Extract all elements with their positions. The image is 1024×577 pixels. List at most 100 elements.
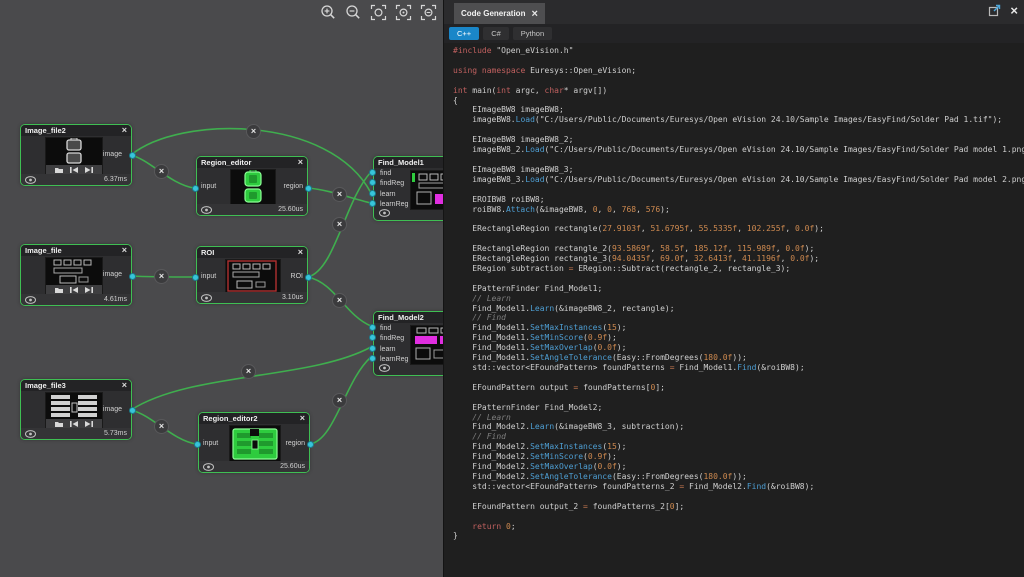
node-thumbnail[interactable]	[229, 425, 281, 463]
next-frame-icon[interactable]	[85, 167, 93, 173]
node-title: Find_Model2	[378, 313, 424, 322]
zoom-fit-icon[interactable]	[370, 4, 387, 21]
node-title-bar: Region_editor2 ×	[199, 413, 309, 424]
zoom-selection-icon[interactable]	[395, 4, 412, 21]
node-find-model1[interactable]: Find_Model1 find findReg learn learnReg	[373, 156, 443, 221]
open-file-icon[interactable]	[55, 167, 63, 173]
delete-connection-icon[interactable]: ×	[332, 393, 347, 408]
input-port[interactable]	[369, 200, 376, 207]
panel-header-actions: ×	[988, 4, 1018, 17]
node-thumbnail[interactable]	[410, 325, 443, 365]
node-region-editor[interactable]: Region_editor × input region	[196, 156, 308, 216]
delete-connection-icon[interactable]: ×	[332, 187, 347, 202]
zoom-out-icon[interactable]	[345, 4, 362, 21]
input-port[interactable]	[369, 190, 376, 197]
zoom-actual-size-icon[interactable]	[420, 4, 437, 21]
input-port[interactable]	[369, 345, 376, 352]
execution-time: 25.60us	[278, 206, 303, 213]
node-image-file[interactable]: Image_file × image	[20, 244, 132, 306]
open-file-icon[interactable]	[55, 287, 63, 293]
visibility-eye-icon[interactable]	[379, 364, 390, 372]
input-port[interactable]	[369, 334, 376, 341]
input-port[interactable]	[192, 185, 199, 192]
visibility-eye-icon[interactable]	[201, 294, 212, 302]
tab-cpp[interactable]: C++	[449, 27, 479, 40]
code-line: #include "Open_eVision.h"	[453, 46, 1024, 56]
input-port[interactable]	[192, 274, 199, 281]
delete-connection-icon[interactable]: ×	[246, 124, 261, 139]
previous-frame-icon[interactable]	[70, 287, 78, 293]
previous-frame-icon[interactable]	[70, 167, 78, 173]
node-thumbnail[interactable]	[230, 169, 276, 206]
node-graph-canvas[interactable]: × × × × × × × × × Image_file2 ×	[0, 0, 443, 577]
input-port[interactable]	[369, 179, 376, 186]
node-image-file3[interactable]: Image_file3 × image	[20, 379, 132, 440]
thumbnail-image	[230, 426, 280, 462]
next-frame-icon[interactable]	[85, 421, 93, 427]
code-line: return 0;	[453, 522, 1024, 532]
panel-tab-title: Code Generation	[461, 9, 525, 18]
input-port-label: input	[201, 273, 216, 280]
node-region-editor2[interactable]: Region_editor2 × input region	[198, 412, 310, 473]
delete-connection-icon[interactable]: ×	[332, 293, 347, 308]
close-node-icon[interactable]: ×	[300, 414, 305, 423]
canvas-zoom-toolbar	[320, 4, 437, 21]
output-port[interactable]	[307, 441, 314, 448]
code-line: imageBW8.Load("C:/Users/Public/Documents…	[453, 115, 1024, 125]
code-line	[453, 185, 1024, 195]
node-title-bar: Image_file3 ×	[21, 380, 131, 391]
visibility-eye-icon[interactable]	[201, 206, 212, 214]
code-line: int main(int argc, char* argv[])	[453, 86, 1024, 96]
tab-csharp[interactable]: C#	[483, 27, 509, 40]
tab-python[interactable]: Python	[513, 27, 552, 40]
input-port[interactable]	[369, 355, 376, 362]
node-thumbnail[interactable]	[45, 392, 103, 429]
close-panel-icon[interactable]: ×	[1010, 4, 1018, 17]
open-file-icon[interactable]	[55, 421, 63, 427]
code-generation-panel: Code Generation × × C++ C# Python #inclu…	[443, 0, 1024, 577]
close-node-icon[interactable]: ×	[298, 158, 303, 167]
close-node-icon[interactable]: ×	[122, 246, 127, 255]
output-port[interactable]	[129, 273, 136, 280]
input-port[interactable]	[194, 441, 201, 448]
close-node-icon[interactable]: ×	[122, 126, 127, 135]
close-node-icon[interactable]: ×	[122, 381, 127, 390]
zoom-in-icon[interactable]	[320, 4, 337, 21]
code-line: {	[453, 96, 1024, 106]
delete-connection-icon[interactable]: ×	[154, 419, 169, 434]
node-find-model2[interactable]: Find_Model2 find findReg learn learnReg	[373, 311, 443, 376]
output-port[interactable]	[129, 407, 136, 414]
thumbnail-image	[46, 393, 102, 419]
input-port[interactable]	[369, 324, 376, 331]
node-thumbnail[interactable]	[410, 170, 443, 210]
previous-frame-icon[interactable]	[70, 421, 78, 427]
close-tab-icon[interactable]: ×	[531, 8, 537, 20]
input-port-label: find	[380, 170, 391, 177]
code-line: Find_Model1.SetMaxOverlap(0.0f);	[453, 343, 1024, 353]
delete-connection-icon[interactable]: ×	[241, 364, 256, 379]
output-port[interactable]	[305, 274, 312, 281]
pop-out-icon[interactable]	[988, 4, 1001, 17]
visibility-eye-icon[interactable]	[379, 209, 390, 217]
node-image-file2[interactable]: Image_file2 × image	[20, 124, 132, 186]
node-roi[interactable]: ROI × input ROI 3.10us	[196, 246, 308, 304]
visibility-eye-icon[interactable]	[203, 463, 214, 471]
output-port[interactable]	[305, 185, 312, 192]
output-port[interactable]	[129, 152, 136, 159]
code-line: std::vector<EFoundPattern> foundPatterns…	[453, 363, 1024, 373]
code-line	[453, 76, 1024, 86]
delete-connection-icon[interactable]: ×	[332, 217, 347, 232]
visibility-eye-icon[interactable]	[25, 176, 36, 184]
input-port[interactable]	[369, 169, 376, 176]
delete-connection-icon[interactable]: ×	[154, 164, 169, 179]
node-thumbnail[interactable]	[45, 137, 103, 175]
node-thumbnail[interactable]	[45, 257, 103, 295]
visibility-eye-icon[interactable]	[25, 430, 36, 438]
visibility-eye-icon[interactable]	[25, 296, 36, 304]
next-frame-icon[interactable]	[85, 287, 93, 293]
tab-code-generation[interactable]: Code Generation ×	[454, 3, 545, 24]
output-port-label: region	[286, 440, 305, 447]
close-node-icon[interactable]: ×	[298, 248, 303, 257]
node-thumbnail[interactable]	[225, 259, 281, 294]
delete-connection-icon[interactable]: ×	[154, 269, 169, 284]
